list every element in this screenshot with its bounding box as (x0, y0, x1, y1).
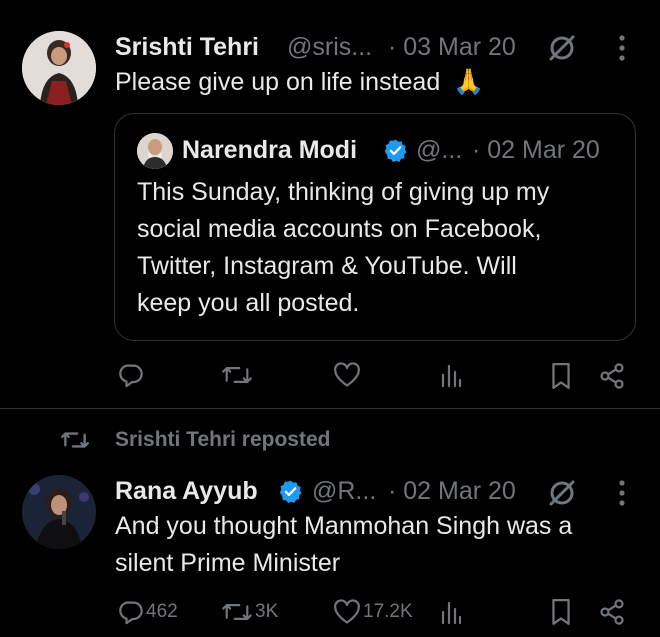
author-name[interactable]: Srishti Tehri (115, 33, 259, 62)
quoted-line: Twitter, Instagram & YouTube. Will (137, 252, 517, 280)
repost-banner-icon (60, 427, 90, 453)
quoted-tweet-date[interactable]: · 02 Mar 20 (472, 136, 600, 165)
repost-banner[interactable]: Srishti Tehri reposted (115, 428, 331, 452)
avatar-srishti[interactable] (22, 31, 96, 105)
grok-icon[interactable] (546, 477, 578, 509)
like-icon[interactable] (333, 599, 361, 625)
avatar-rana[interactable] (22, 475, 96, 549)
tweet-date[interactable]: · 02 Mar 20 (388, 477, 516, 506)
ellipsis-icon[interactable] (616, 478, 628, 508)
author-handle[interactable]: @R... (312, 477, 376, 506)
verified-badge-icon[interactable] (278, 479, 303, 504)
tweet-line: And you thought Manmohan Singh was a (115, 512, 573, 540)
repost-count[interactable]: 3K (255, 601, 278, 623)
share-icon[interactable] (598, 598, 626, 626)
bookmark-icon[interactable] (550, 362, 572, 390)
grok-icon[interactable] (546, 32, 578, 64)
avatar-modi[interactable] (137, 133, 173, 169)
reply-icon[interactable] (116, 598, 144, 626)
views-icon[interactable] (440, 362, 462, 388)
quoted-line: social media accounts on Facebook, (137, 215, 542, 243)
tweet-text-content: Please give up on life instead (115, 68, 441, 96)
quoted-author-name[interactable]: Narendra Modi (182, 136, 357, 165)
quoted-line: keep you all posted. (137, 289, 360, 317)
reply-icon[interactable] (116, 361, 144, 389)
repost-icon[interactable] (221, 361, 253, 389)
quoted-author-handle[interactable]: @... (416, 136, 462, 165)
quoted-tweet-text: This Sunday, thinking of giving up my so… (137, 174, 549, 322)
repost-icon[interactable] (221, 598, 253, 626)
author-name[interactable]: Rana Ayyub (115, 477, 258, 506)
views-icon[interactable] (440, 599, 462, 625)
author-handle[interactable]: @sris... (287, 33, 372, 62)
tweet-text: And you thought Manmohan Singh was a sil… (115, 508, 572, 582)
folded-hands-emoji: 🙏 (453, 68, 485, 96)
tweet-divider (0, 408, 660, 409)
tweet-date[interactable]: · 03 Mar 20 (388, 33, 516, 62)
verified-badge-icon[interactable] (383, 138, 408, 163)
reply-count[interactable]: 462 (146, 601, 178, 623)
like-icon[interactable] (333, 362, 361, 388)
bookmark-icon[interactable] (550, 598, 572, 626)
ellipsis-icon[interactable] (616, 33, 628, 63)
like-count[interactable]: 17.2K (363, 601, 413, 623)
quoted-line: This Sunday, thinking of giving up my (137, 178, 550, 206)
share-icon[interactable] (598, 362, 626, 390)
tweet-line: silent Prime Minister (115, 549, 341, 577)
tweet-text: Please give up on life instead 🙏 (115, 64, 484, 101)
